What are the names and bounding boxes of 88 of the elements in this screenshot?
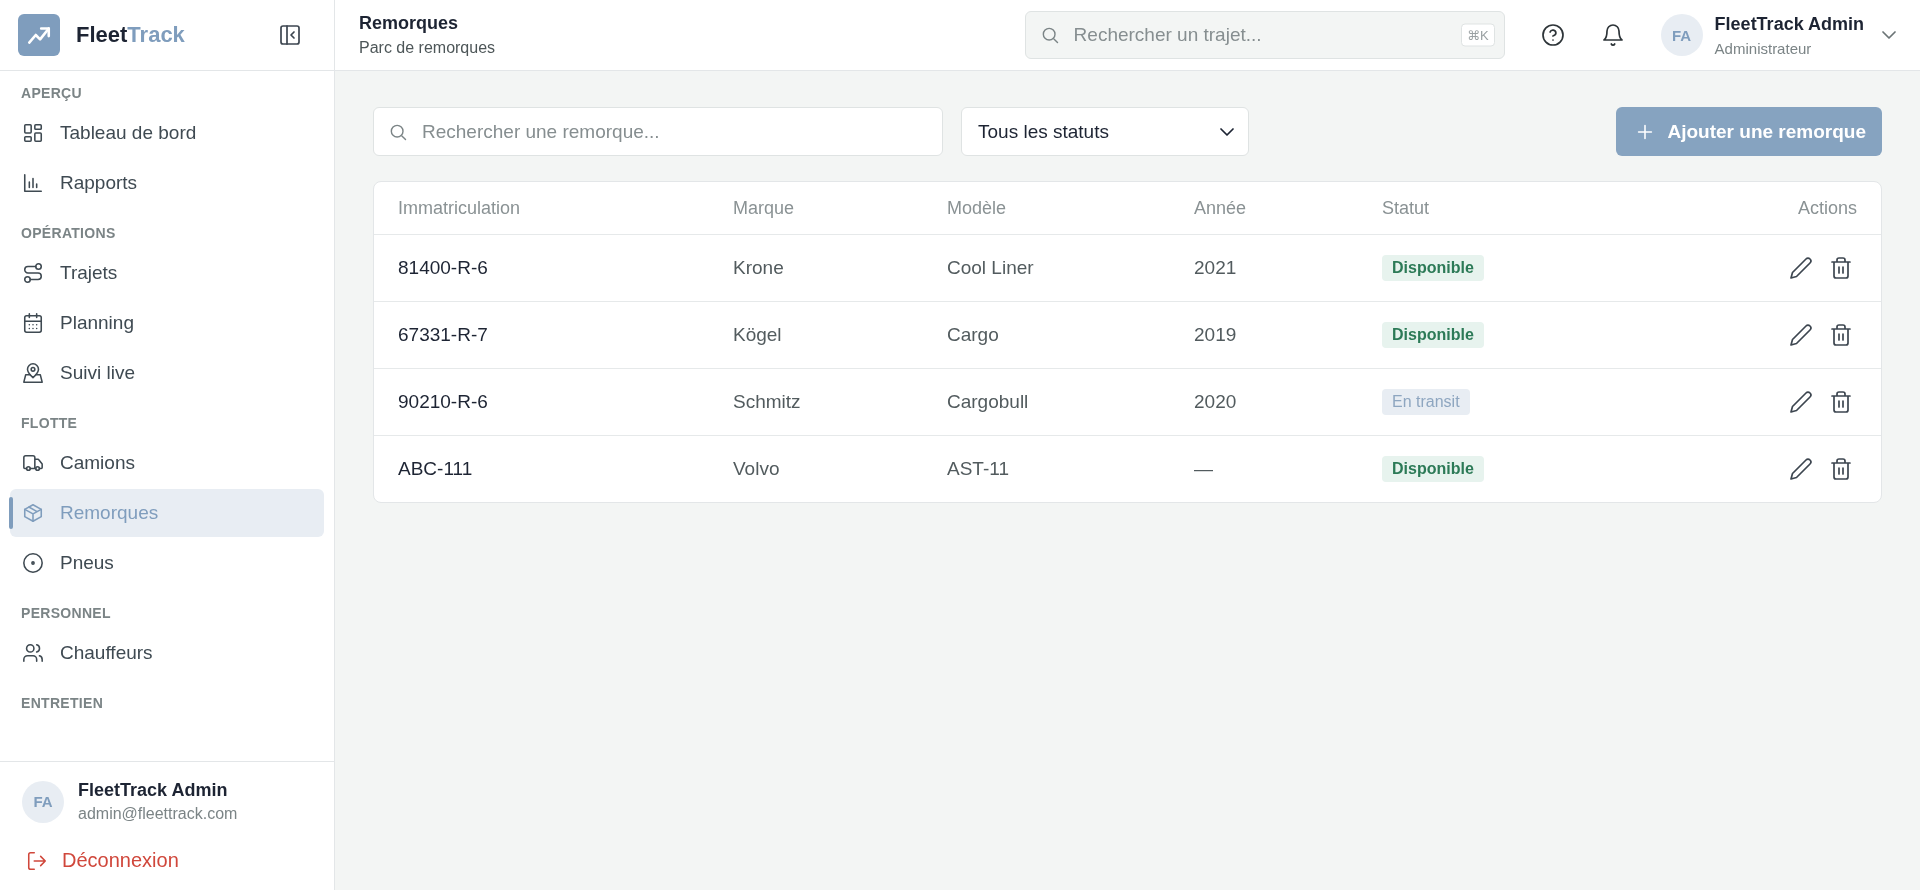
logo-icon bbox=[18, 14, 60, 56]
avatar: FA bbox=[22, 780, 64, 823]
grid-icon bbox=[22, 122, 44, 144]
sidebar-item[interactable]: Pneus bbox=[10, 539, 324, 587]
pencil-icon bbox=[1789, 323, 1813, 347]
user-name: FleetTrack Admin bbox=[78, 780, 229, 801]
section-label: PERSONNEL bbox=[20, 604, 112, 623]
circle-dot-icon bbox=[22, 552, 44, 574]
avatar: FA bbox=[1660, 14, 1703, 56]
section-label: OPÉRATIONS bbox=[20, 224, 117, 243]
table-cell-text: ABC-111 bbox=[398, 458, 474, 480]
sidebar-item[interactable]: Chauffeurs bbox=[10, 629, 324, 677]
trash-icon bbox=[1829, 256, 1853, 280]
table-cell-text: 67331-R-7 bbox=[398, 324, 489, 346]
sidebar-item[interactable]: Suivi live bbox=[10, 349, 324, 397]
table-cell-text: Cargobull bbox=[947, 391, 1030, 413]
section-label: APERÇU bbox=[20, 84, 83, 103]
sidebar-item[interactable]: Tableau de bord bbox=[10, 109, 324, 157]
table-cell-text: Krone bbox=[733, 257, 785, 279]
sidebar-item[interactable]: Camions bbox=[10, 439, 324, 487]
delete-button[interactable] bbox=[1829, 323, 1853, 347]
chevron-down-icon bbox=[1882, 31, 1896, 39]
table-cell-text: — bbox=[1194, 458, 1214, 480]
table-cell-text: 2021 bbox=[1194, 257, 1238, 279]
delete-button[interactable] bbox=[1829, 457, 1853, 481]
collapse-sidebar-button[interactable] bbox=[278, 23, 302, 47]
user-name: FleetTrack Admin bbox=[1714, 13, 1864, 35]
user-email: admin@fleettrack.com bbox=[78, 805, 238, 823]
bar-chart-icon bbox=[22, 172, 44, 194]
map-pin-icon bbox=[22, 362, 44, 384]
table-cell-text: Volvo bbox=[733, 458, 781, 480]
shortcut-hint: ⌘K bbox=[1460, 23, 1495, 47]
column-header: Marque bbox=[733, 197, 796, 219]
status-badge: Disponible bbox=[1382, 255, 1484, 281]
page-title: Remorques bbox=[359, 13, 460, 34]
calendar-icon bbox=[22, 312, 44, 334]
trash-icon bbox=[1829, 457, 1853, 481]
table-cell-text: 90210-R-6 bbox=[398, 391, 489, 413]
box-icon bbox=[22, 502, 44, 524]
help-button[interactable] bbox=[1540, 23, 1565, 47]
logout-icon bbox=[26, 849, 48, 872]
table-cell-text: AST-11 bbox=[947, 458, 1010, 480]
status-badge: Disponible bbox=[1382, 456, 1484, 482]
brand-name: FleetTrack bbox=[76, 22, 186, 48]
table-cell-text: 2019 bbox=[1194, 324, 1238, 346]
trash-icon bbox=[1829, 390, 1853, 414]
logout-button[interactable]: Déconnexion bbox=[22, 849, 183, 872]
sidebar-item[interactable]: Planning bbox=[10, 299, 324, 347]
delete-button[interactable] bbox=[1829, 390, 1853, 414]
table-cell-text: Cargo bbox=[947, 324, 1000, 346]
table-cell-text: Schmitz bbox=[733, 391, 802, 413]
section-label: ENTRETIEN bbox=[20, 694, 105, 713]
column-header: Année bbox=[1194, 197, 1248, 219]
panel-collapse-icon bbox=[278, 23, 302, 47]
table-cell-text: 2020 bbox=[1194, 391, 1238, 413]
sidebar-item[interactable]: Trajets bbox=[10, 249, 324, 297]
column-header: Statut bbox=[1382, 197, 1431, 219]
column-header: Actions bbox=[1796, 197, 1857, 219]
sidebar-item[interactable]: Rapports bbox=[10, 159, 324, 207]
table-cell-text: Kögel bbox=[733, 324, 783, 346]
status-dropdown[interactable]: Tous les statuts bbox=[961, 107, 1249, 156]
edit-button[interactable] bbox=[1789, 256, 1813, 280]
help-icon bbox=[1540, 23, 1565, 47]
trash-icon bbox=[1829, 323, 1853, 347]
truck-icon bbox=[22, 452, 44, 474]
users-icon bbox=[22, 642, 44, 664]
pencil-icon bbox=[1789, 256, 1813, 280]
user-menu[interactable]: FA FleetTrack Admin Administrateur bbox=[1660, 13, 1896, 57]
route-icon bbox=[22, 262, 44, 284]
page-subtitle: Parc de remorques bbox=[359, 39, 497, 57]
bell-icon bbox=[1600, 23, 1625, 47]
column-header: Immatriculation bbox=[398, 197, 522, 219]
edit-button[interactable] bbox=[1789, 390, 1813, 414]
status-badge: Disponible bbox=[1382, 322, 1484, 348]
chevron-down-icon bbox=[1220, 127, 1234, 136]
edit-button[interactable] bbox=[1789, 457, 1813, 481]
edit-button[interactable] bbox=[1789, 323, 1813, 347]
notifications-button[interactable] bbox=[1600, 23, 1625, 47]
table-cell-text: Cool Liner bbox=[947, 257, 1035, 279]
pencil-icon bbox=[1789, 457, 1813, 481]
status-badge: En transit bbox=[1382, 389, 1470, 415]
table-cell-text: 81400-R-6 bbox=[398, 257, 489, 279]
column-header: Modèle bbox=[947, 197, 1008, 219]
pencil-icon bbox=[1789, 390, 1813, 414]
section-label: FLOTTE bbox=[20, 414, 79, 433]
delete-button[interactable] bbox=[1829, 256, 1853, 280]
search-field[interactable]: Rechercher une remorque... bbox=[373, 107, 943, 156]
user-role: Administrateur bbox=[1714, 39, 1813, 57]
